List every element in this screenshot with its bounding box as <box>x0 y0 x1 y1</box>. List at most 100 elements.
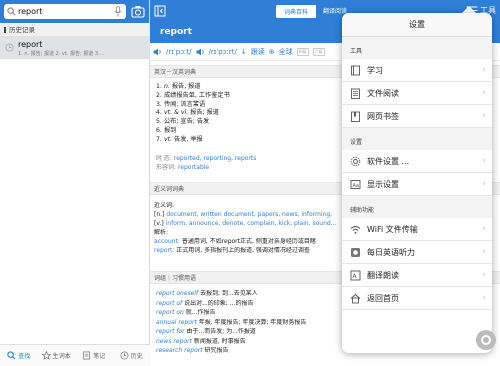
headphone-icon <box>351 247 360 257</box>
definition-text: 公布; 宣告; 告发 <box>164 118 210 126</box>
popover-item-label: 学习 <box>367 65 383 75</box>
floating-target-button[interactable] <box>476 330 496 350</box>
document-icon <box>351 88 360 99</box>
speaker-icon[interactable] <box>153 48 162 56</box>
tab-search[interactable]: 查找 <box>0 345 38 366</box>
popover-section-label: 辅助功能 <box>342 196 492 218</box>
tab-search-label: 查找 <box>18 353 31 360</box>
popover-item[interactable]: WiFi 文件传输 › <box>342 218 492 241</box>
chevron-right-icon: › <box>482 65 486 75</box>
definition-text: 报告, 报道 <box>171 83 201 90</box>
search-icon <box>7 351 16 360</box>
definition-text: 告发, 举报 <box>174 135 203 143</box>
tab-encyclopedia[interactable]: 词典百科 <box>276 5 317 18</box>
popover-item[interactable]: 文件阅读 › <box>342 82 492 105</box>
phrase-zh: 说出对...的印象; ...的报告 <box>184 299 254 307</box>
popover-item[interactable]: 学习 › <box>342 59 492 82</box>
bookmark-icon <box>351 111 360 122</box>
syn-report-text: 正式用词, 多指报刊上的报道, 强调对情况经过调查 <box>176 247 310 254</box>
definition-number: 4. <box>156 109 162 117</box>
word-title: report <box>160 27 192 37</box>
microphone-icon[interactable] <box>114 6 122 17</box>
svg-text:A: A <box>353 273 358 280</box>
adj-values[interactable]: reportable <box>178 164 209 171</box>
popover-item-label: 软件设置 ... <box>367 156 410 166</box>
syn-report-word: report: <box>154 247 175 254</box>
note-icon <box>83 351 91 360</box>
popover-item[interactable]: Aa 显示设置 › <box>342 173 492 196</box>
us-phonetic: /rɪˈpɔːrt/ <box>208 47 237 56</box>
left-pane: 历史记录 report 1. n. 报告; 报道 2. vt. 报告; 报道 3… <box>0 0 150 366</box>
tab-notes[interactable]: 笔记 <box>75 345 113 366</box>
popover-item[interactable]: 每日英语听力 › <box>342 241 492 264</box>
gear-icon <box>350 156 361 166</box>
svg-text:Aa: Aa <box>353 183 359 189</box>
book-icon <box>351 65 360 75</box>
phrase-en[interactable]: report oneself <box>156 290 198 297</box>
level-tag: 六级 <box>312 47 325 56</box>
definition-text: 成绩报告单, 工作鉴定书 <box>164 91 230 99</box>
globe-icon: ⊕ <box>268 47 275 56</box>
phrase-en[interactable]: report for <box>156 328 185 335</box>
popover-item-label: 文件阅读 <box>367 88 399 98</box>
popover-item[interactable]: 返回首页 › <box>342 287 492 310</box>
definition-number: 5. <box>156 118 162 126</box>
tab-wordbook[interactable]: 生词本 <box>38 345 76 366</box>
wifi-icon <box>350 225 361 234</box>
definition-number: 7. <box>156 135 162 143</box>
popover-item-label: WiFi 文件传输 <box>367 224 418 234</box>
search-box[interactable] <box>4 4 126 19</box>
camera-icon[interactable] <box>131 5 145 18</box>
display-icon: Aa <box>350 179 361 189</box>
follow-read-icon[interactable]: ↓ <box>241 48 247 56</box>
phrase-zh: 就...作报告 <box>185 309 216 316</box>
tab-history[interactable]: 历史 <box>113 345 151 366</box>
phrase-zh: 研究报告 <box>204 347 229 354</box>
global-label[interactable]: 全球 <box>279 47 293 57</box>
chevron-right-icon: › <box>482 293 486 303</box>
part-of-speech: vt. & vi. <box>164 109 189 117</box>
phrase-en[interactable]: report on <box>156 309 184 316</box>
translate-icon: A <box>350 270 361 280</box>
syn-n-values[interactable]: document, written document, papers, news… <box>166 211 332 218</box>
history-item[interactable]: report 1. n. 报告; 报道 2. vt. 报告; 报道 3.... <box>0 37 150 59</box>
popover-body: 工具 学习 › 文件阅读 › 网页书签 › 设置 软件设置 ... › Aa 显示设置 › 辅助功能 WiF… <box>342 37 492 310</box>
tab-wordbook-label: 生词本 <box>52 353 71 360</box>
syn-v-values[interactable]: inform, announce, denote, complain, kick… <box>166 220 337 227</box>
tab-history-label: 历史 <box>130 353 143 360</box>
chevron-right-icon: › <box>482 111 486 121</box>
settings-popover: 设置 工具 学习 › 文件阅读 › 网页书签 › 设置 软件设置 ... › Aa 显示设置 › 辅助功能… <box>342 13 492 353</box>
history-word: report <box>18 40 43 49</box>
adj-label: 形容词: <box>156 164 177 171</box>
uk-phonetic: /rɪˈpɔːt/ <box>166 47 192 56</box>
chevron-right-icon: › <box>482 270 486 280</box>
syn-v-tag: [v.] <box>154 220 164 227</box>
chevron-right-icon: › <box>482 156 486 166</box>
phrase-en[interactable]: news report <box>156 338 192 345</box>
tense-values[interactable]: reported, reporting, reports <box>174 155 257 162</box>
home-icon <box>350 293 361 303</box>
definition-number: 6. <box>156 126 162 134</box>
phrase-en[interactable]: annual report <box>156 319 197 326</box>
popover-item-label: 翻译朗读 <box>367 270 399 280</box>
clock-icon <box>120 351 129 360</box>
popover-item[interactable]: A 翻译朗读 › <box>342 264 492 287</box>
follow-read-label[interactable]: 跟读 <box>251 47 265 57</box>
chevron-right-icon: › <box>482 88 486 98</box>
popover-item[interactable]: 软件设置 ... › <box>342 150 492 173</box>
phrase-zh: 新闻报道, 时事报告 <box>193 337 246 345</box>
phrase-zh: 去报到; 到...去见某人 <box>200 290 258 297</box>
bottom-tab-bar: 查找 生词本 笔记 历史 <box>0 344 150 366</box>
definition-text: 报到 <box>164 126 177 134</box>
level-tag: 四级 <box>296 47 309 56</box>
definition-number: 3. <box>156 100 162 108</box>
syn-account-text: 普通用词, 不如report正式, 侧重对亲身经历或目睹 <box>181 238 316 245</box>
phrase-en[interactable]: report of <box>156 300 182 307</box>
tense-label: 时 态: <box>156 155 172 162</box>
speaker-icon[interactable] <box>196 48 205 56</box>
popover-item-label: 网页书签 <box>367 111 399 121</box>
collapse-sidebar-icon[interactable] <box>154 5 166 17</box>
search-input[interactable] <box>18 5 110 18</box>
phrase-en[interactable]: research report <box>156 347 203 354</box>
popover-item[interactable]: 网页书签 › <box>342 105 492 128</box>
